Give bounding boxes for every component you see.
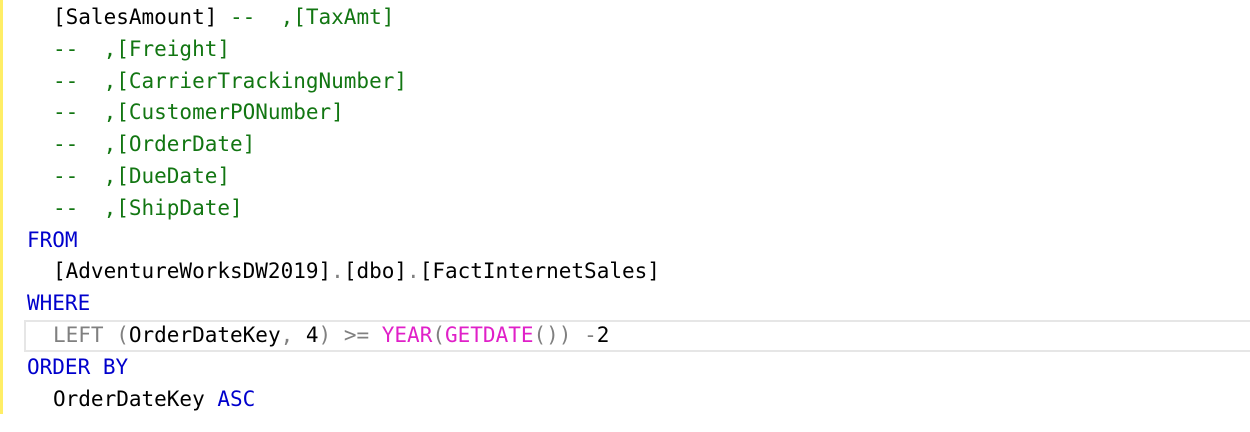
code-token: [AdventureWorksDW2019] <box>53 259 332 284</box>
code-token: ORDER BY <box>27 354 129 379</box>
code-token: LEFT <box>53 322 104 347</box>
code-token: GETDATE <box>445 322 534 347</box>
code-token: ( <box>432 322 445 347</box>
code-line-12[interactable]: ORDER BY <box>0 352 1250 384</box>
code-token: OrderDateKey <box>128 322 281 347</box>
code-token: [SalesAmount] <box>53 5 218 29</box>
code-line-13[interactable]: OrderDateKey ASC <box>0 384 1250 416</box>
code-token: - <box>584 322 597 347</box>
code-area[interactable]: [SalesAmount] -- ,[TaxAmt] -- ,[Freight]… <box>0 2 1250 415</box>
code-line-6[interactable]: -- ,[DueDate] <box>0 161 1250 193</box>
code-line-5[interactable]: -- ,[OrderDate] <box>0 129 1250 161</box>
code-token: 4 <box>305 322 319 347</box>
code-token: ASC <box>217 386 256 411</box>
code-token: ( <box>103 322 129 347</box>
code-token: -- ,[OrderDate] <box>53 132 256 157</box>
code-line-1[interactable]: [SalesAmount] -- ,[TaxAmt] <box>0 2 1250 34</box>
code-line-10[interactable]: WHERE <box>0 288 1250 320</box>
code-line-9[interactable]: [AdventureWorksDW2019].[dbo].[FactIntern… <box>0 256 1250 288</box>
code-line-3[interactable]: -- ,[CarrierTrackingNumber] <box>0 66 1250 98</box>
code-line-4[interactable]: -- ,[CustomerPONumber] <box>0 97 1250 129</box>
code-token: -- ,[TaxAmt] <box>217 5 395 29</box>
code-token: , <box>280 322 306 347</box>
code-token: WHERE <box>27 291 91 316</box>
code-token: . <box>407 259 420 284</box>
code-token: -- ,[DueDate] <box>53 163 231 188</box>
code-line-7[interactable]: -- ,[ShipDate] <box>0 193 1250 225</box>
code-line-2[interactable]: -- ,[Freight] <box>0 34 1250 66</box>
code-token: -- ,[CustomerPONumber] <box>53 100 344 125</box>
code-token: FROM <box>27 227 78 252</box>
code-token: ) >= <box>318 322 382 347</box>
sql-code-editor[interactable]: [SalesAmount] -- ,[TaxAmt] -- ,[Freight]… <box>0 0 1250 432</box>
code-token: [dbo] <box>343 259 408 284</box>
code-token: -- ,[ShipDate] <box>53 195 243 220</box>
code-token: -- ,[CarrierTrackingNumber] <box>53 68 408 93</box>
code-line-11-current[interactable]: LEFT (OrderDateKey, 4) >= YEAR(GETDATE()… <box>0 319 1250 352</box>
code-token: OrderDateKey <box>53 386 205 411</box>
code-token: 2 <box>596 322 610 347</box>
code-token: ()) <box>533 322 585 347</box>
code-token: YEAR <box>381 322 433 347</box>
code-token: [FactInternetSales] <box>419 259 660 284</box>
code-token: -- ,[Freight] <box>53 36 231 61</box>
code-line-8[interactable]: FROM <box>0 225 1250 257</box>
code-token: . <box>331 259 344 284</box>
